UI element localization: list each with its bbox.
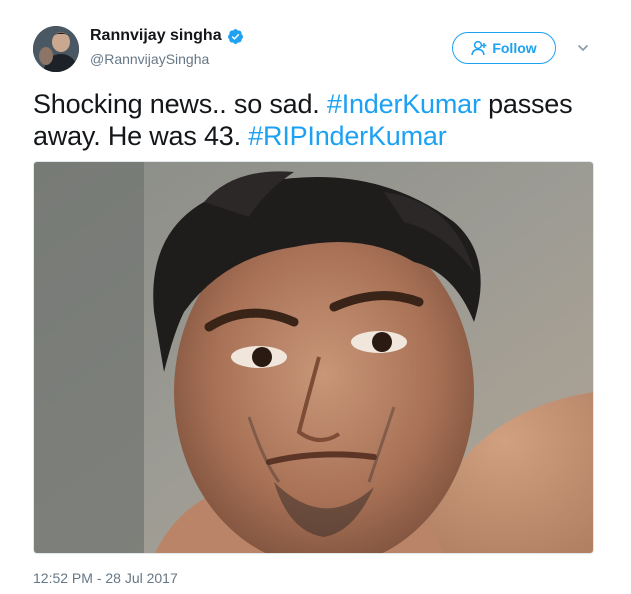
hashtag-inderkumar[interactable]: #InderKumar [327,89,481,119]
author-avatar[interactable] [33,26,79,72]
add-user-icon [471,40,489,56]
tweet-text-part: Shocking news.. so sad. [33,89,327,119]
verified-badge-icon [227,28,244,45]
hashtag-ripinderkumar[interactable]: #RIPInderKumar [248,121,446,151]
display-name-row: Rannvijay singha [90,26,244,46]
author-display-name[interactable]: Rannvijay singha [90,27,222,45]
tweet-photo[interactable] [33,161,594,554]
author-handle[interactable]: @RannvijaySingha [90,51,244,67]
tweet-timestamp[interactable]: 12:52 PM - 28 Jul 2017 [33,570,178,586]
follow-button[interactable]: Follow [452,32,556,64]
tweet-text: Shocking news.. so sad. #InderKumar pass… [33,88,613,152]
author-info: Rannvijay singha @RannvijaySingha [90,26,244,67]
follow-button-label: Follow [492,40,537,56]
chevron-down-icon[interactable] [576,41,590,55]
